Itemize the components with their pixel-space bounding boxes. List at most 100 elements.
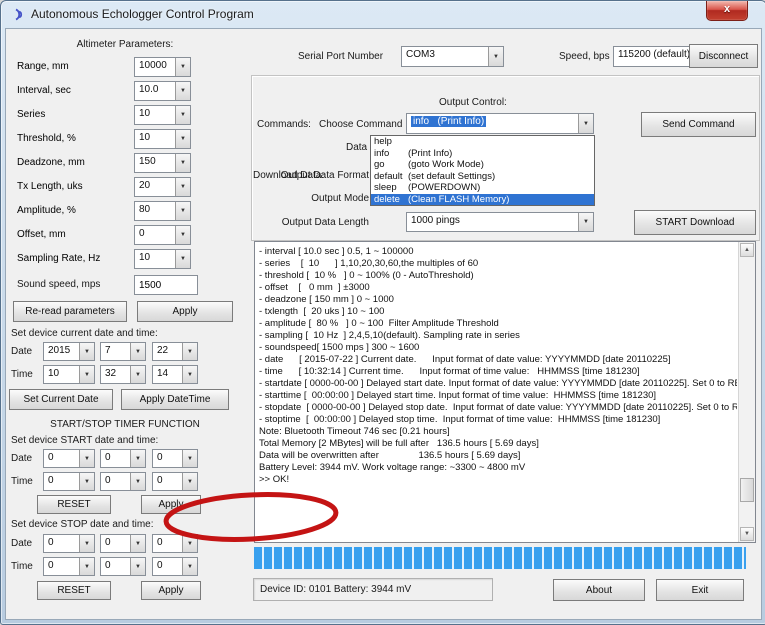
- start-second-dropdown[interactable]: 0▼: [152, 472, 198, 491]
- parameter-dropdown[interactable]: 150 ▼: [134, 153, 191, 173]
- stop-minute-dropdown[interactable]: 0▼: [100, 557, 146, 576]
- command-desc: (set default Settings): [408, 171, 495, 183]
- scroll-up-icon[interactable]: ▲: [740, 243, 754, 257]
- chevron-down-icon[interactable]: ▼: [175, 250, 190, 268]
- apply-datetime-button[interactable]: Apply DateTime: [121, 389, 229, 410]
- chevron-down-icon[interactable]: ▼: [130, 450, 145, 467]
- parameter-row: Sampling Rate, Hz 10 ▼: [1, 249, 247, 273]
- command-list-item[interactable]: go (goto Work Mode): [371, 159, 594, 171]
- disconnect-button[interactable]: Disconnect: [689, 44, 758, 68]
- stop-hour-dropdown[interactable]: 0▼: [43, 557, 95, 576]
- current-year-dropdown[interactable]: 2015▼: [43, 342, 95, 361]
- console-text: - interval [ 10.0 sec ] 0.5, 1 ~ 100000 …: [259, 246, 737, 540]
- send-command-button[interactable]: Send Command: [641, 112, 756, 137]
- chevron-down-icon[interactable]: ▼: [578, 213, 593, 231]
- choose-command-dropdown[interactable]: info (Print Info) ▼: [406, 113, 594, 134]
- chevron-down-icon[interactable]: ▼: [182, 343, 197, 360]
- chevron-down-icon[interactable]: ▼: [175, 202, 190, 220]
- current-day-dropdown[interactable]: 22▼: [152, 342, 198, 361]
- chevron-down-icon[interactable]: ▼: [175, 178, 190, 196]
- current-hour-dropdown[interactable]: 10▼: [43, 365, 95, 384]
- parameter-dropdown[interactable]: 80 ▼: [134, 201, 191, 221]
- console-line: - series [ 10 ] 1,10,20,30,60,the multip…: [259, 258, 737, 270]
- stop-reset-button[interactable]: RESET: [37, 581, 111, 600]
- chevron-down-icon[interactable]: ▼: [175, 58, 190, 76]
- chevron-down-icon[interactable]: ▼: [182, 450, 197, 467]
- chevron-down-icon[interactable]: ▼: [79, 473, 94, 490]
- start-minute-dropdown[interactable]: 0▼: [100, 472, 146, 491]
- parameter-dropdown[interactable]: 0 ▼: [134, 225, 191, 245]
- chevron-down-icon[interactable]: ▼: [488, 47, 503, 66]
- console-line: - soundspeed[ 1500 mps ] 300 ~ 1600: [259, 342, 737, 354]
- console-output[interactable]: - interval [ 10.0 sec ] 0.5, 1 ~ 100000 …: [254, 241, 756, 543]
- reread-parameters-button[interactable]: Re-read parameters: [13, 301, 127, 322]
- chevron-down-icon[interactable]: ▼: [175, 130, 190, 148]
- sound-speed-input[interactable]: [134, 275, 198, 295]
- start-month-dropdown[interactable]: 0▼: [100, 449, 146, 468]
- chevron-down-icon[interactable]: ▼: [175, 154, 190, 172]
- chevron-down-icon[interactable]: ▼: [79, 450, 94, 467]
- scrollbar-thumb[interactable]: [740, 478, 754, 502]
- about-button[interactable]: About: [553, 579, 645, 601]
- start-apply-button[interactable]: Apply: [141, 495, 201, 514]
- chevron-down-icon[interactable]: ▼: [175, 226, 190, 244]
- command-list-item[interactable]: sleep (POWERDOWN): [371, 182, 594, 194]
- parameter-dropdown[interactable]: 10.0 ▼: [134, 81, 191, 101]
- chevron-down-icon[interactable]: ▼: [578, 114, 593, 133]
- parameter-row: Interval, sec 10.0 ▼: [1, 81, 247, 105]
- chevron-down-icon[interactable]: ▼: [79, 343, 94, 360]
- title-bar[interactable]: Autonomous Echologger Control Program x: [1, 1, 765, 28]
- chevron-down-icon[interactable]: ▼: [79, 558, 94, 575]
- output-data-length-dropdown[interactable]: 1000 pings ▼: [406, 212, 594, 232]
- stop-day-dropdown[interactable]: 0▼: [152, 534, 198, 553]
- chevron-down-icon[interactable]: ▼: [175, 82, 190, 100]
- start-hour-dropdown[interactable]: 0▼: [43, 472, 95, 491]
- chevron-down-icon[interactable]: ▼: [182, 473, 197, 490]
- stop-apply-button[interactable]: Apply: [141, 581, 201, 600]
- stop-second-dropdown[interactable]: 0▼: [152, 557, 198, 576]
- command-list-item[interactable]: delete (Clean FLASH Memory): [371, 194, 594, 206]
- parameter-dropdown[interactable]: 20 ▼: [134, 177, 191, 197]
- console-scrollbar[interactable]: ▲ ▼: [738, 242, 755, 542]
- chevron-down-icon[interactable]: ▼: [175, 106, 190, 124]
- close-button[interactable]: x: [706, 1, 748, 21]
- chevron-down-icon[interactable]: ▼: [130, 558, 145, 575]
- set-current-date-button[interactable]: Set Current Date: [9, 389, 113, 410]
- parameter-dropdown[interactable]: 10000 ▼: [134, 57, 191, 77]
- console-line: - starttime [ 00:00:00 ] Delayed start t…: [259, 390, 737, 402]
- current-month-dropdown[interactable]: 7▼: [100, 342, 146, 361]
- scroll-down-icon[interactable]: ▼: [740, 527, 754, 541]
- exit-button[interactable]: Exit: [656, 579, 744, 601]
- chevron-down-icon[interactable]: ▼: [130, 473, 145, 490]
- chevron-down-icon[interactable]: ▼: [79, 366, 94, 383]
- chevron-down-icon[interactable]: ▼: [130, 343, 145, 360]
- parameter-dropdown[interactable]: 10 ▼: [134, 249, 191, 269]
- start-reset-button[interactable]: RESET: [37, 495, 111, 514]
- apply-parameters-button[interactable]: Apply: [137, 301, 233, 322]
- stop-year-dropdown[interactable]: 0▼: [43, 534, 95, 553]
- current-second-dropdown[interactable]: 14▼: [152, 365, 198, 384]
- console-line: Total Memory [2 MBytes] will be full aft…: [259, 438, 737, 450]
- chevron-down-icon[interactable]: ▼: [130, 366, 145, 383]
- chevron-down-icon[interactable]: ▼: [182, 535, 197, 552]
- parameter-label: Series: [17, 109, 45, 120]
- command-list-item[interactable]: info (Print Info): [371, 148, 594, 160]
- start-year-dropdown[interactable]: 0▼: [43, 449, 95, 468]
- start-download-button[interactable]: START Download: [634, 210, 756, 235]
- current-minute-dropdown[interactable]: 32▼: [100, 365, 146, 384]
- month-value: 0: [101, 535, 130, 552]
- chevron-down-icon[interactable]: ▼: [79, 535, 94, 552]
- parameter-label: Interval, sec: [17, 85, 71, 96]
- serial-port-dropdown[interactable]: COM3 ▼: [401, 46, 504, 67]
- parameter-dropdown[interactable]: 10 ▼: [134, 129, 191, 149]
- selected-command: info (Print Info): [407, 114, 578, 133]
- chevron-down-icon[interactable]: ▼: [182, 558, 197, 575]
- command-list-item[interactable]: help: [371, 136, 594, 148]
- set-stop-datetime-caption: Set device STOP date and time:: [11, 519, 154, 530]
- chevron-down-icon[interactable]: ▼: [130, 535, 145, 552]
- chevron-down-icon[interactable]: ▼: [182, 366, 197, 383]
- parameter-dropdown[interactable]: 10 ▼: [134, 105, 191, 125]
- stop-month-dropdown[interactable]: 0▼: [100, 534, 146, 553]
- start-day-dropdown[interactable]: 0▼: [152, 449, 198, 468]
- command-list-item[interactable]: default (set default Settings): [371, 171, 594, 183]
